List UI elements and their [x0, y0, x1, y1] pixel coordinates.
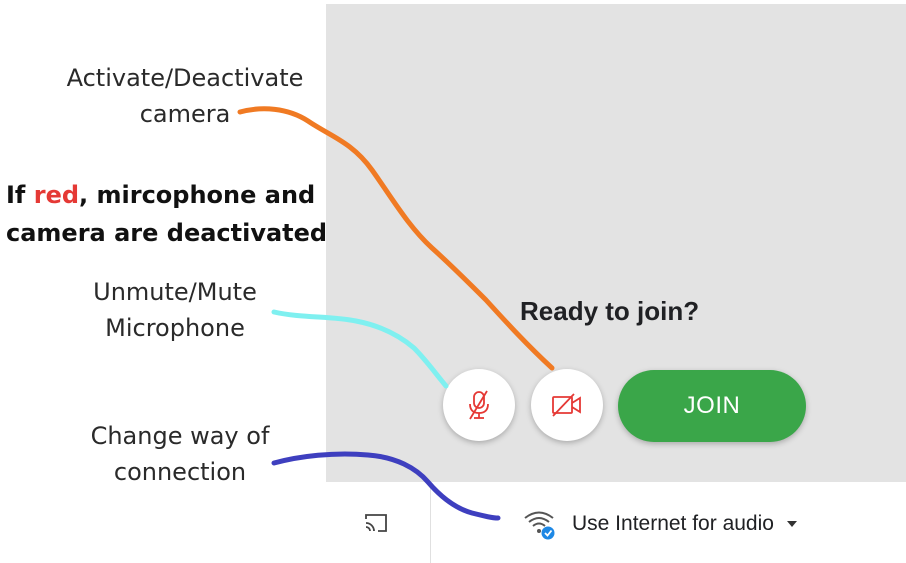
microphone-annotation-arrow [271, 309, 449, 389]
camera-annotation-arrow [237, 106, 555, 371]
connection-annotation-arrow [271, 451, 501, 521]
annotation-arrows [237, 106, 555, 521]
